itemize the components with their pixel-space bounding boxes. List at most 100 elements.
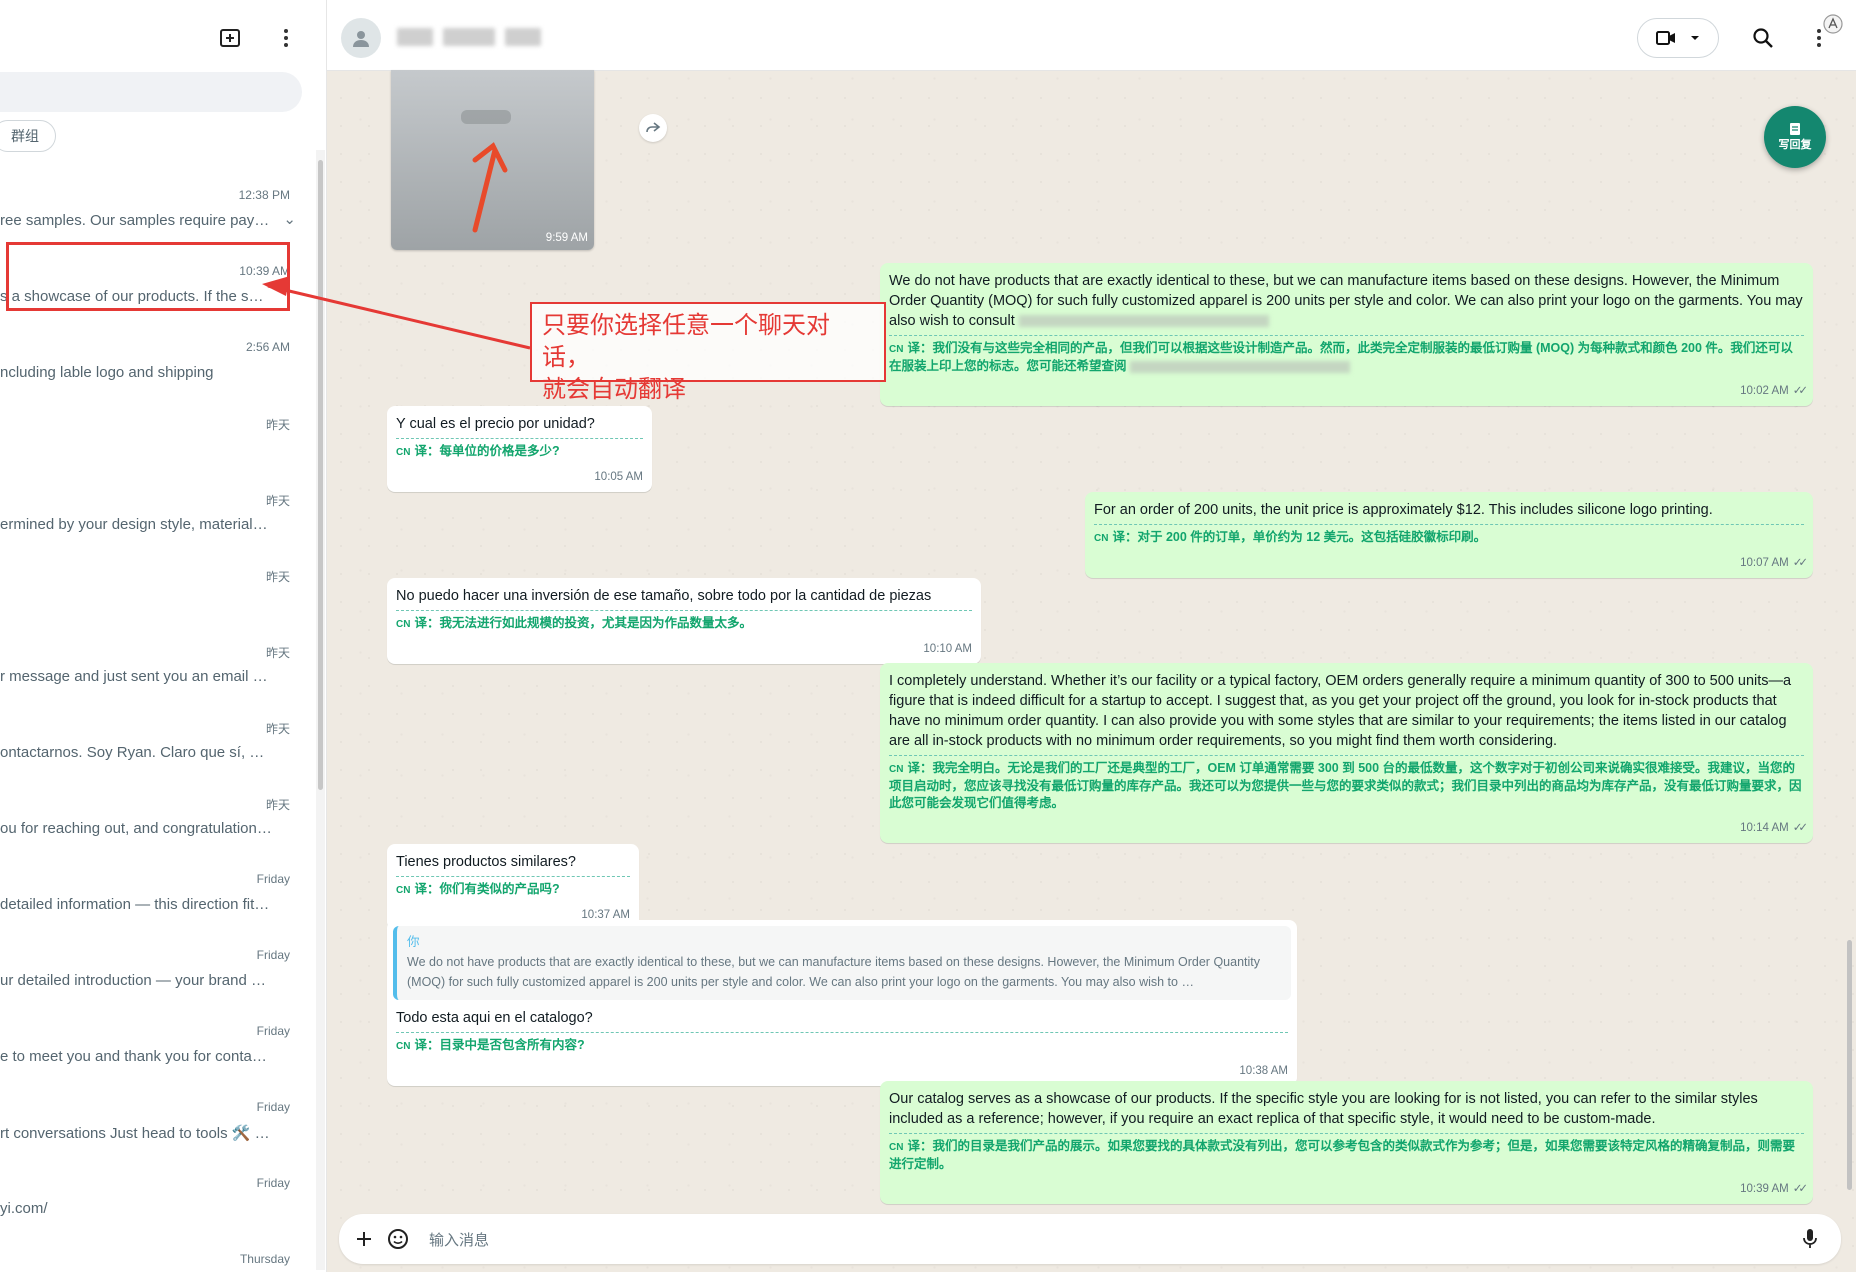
chat-time: 2:56 AM — [245, 340, 290, 354]
message-text: Our catalog serves as a showcase of our … — [889, 1091, 1758, 1127]
document-icon — [1790, 123, 1800, 135]
cn-tag: CN — [396, 885, 411, 896]
chat-list-item[interactable]: Thursday — [0, 1236, 300, 1272]
chat-list-item[interactable]: 昨天 ontactarnos. Soy Ryan. Claro que sí, … — [0, 704, 300, 780]
quoted-message[interactable]: 你 We do not have products that are exact… — [393, 926, 1291, 1000]
chat-preview: ermined by your design style, materials,… — [0, 516, 272, 533]
chat-list-item[interactable]: Friday yi.com/ — [0, 1160, 300, 1236]
chat-preview: r message and just sent you an email wit… — [0, 668, 272, 685]
message-text: No puedo hacer una inversión de ese tama… — [396, 588, 932, 604]
chat-list-sidebar: 群组 12:38 PM ree samples. Our samples req… — [0, 0, 327, 1272]
chat-time: Friday — [256, 1100, 290, 1114]
conversation-pane: 9:59 AM We do not have products that are… — [327, 0, 1856, 1272]
chat-list-item[interactable]: 昨天 — [0, 400, 300, 476]
incoming-message[interactable]: Y cual es el precio por unidad? CN 译：每单位的… — [387, 406, 652, 492]
redacted-text — [1018, 315, 1269, 328]
chat-list-item[interactable]: Friday detailed information — this direc… — [0, 856, 300, 932]
write-reply-label: 写回复 — [1778, 139, 1812, 151]
image-message[interactable]: 9:59 AM — [391, 70, 594, 250]
cn-tag: CN — [396, 619, 411, 630]
translation: CN 译：你们有类似的产品吗? — [396, 876, 630, 899]
outgoing-message[interactable]: I completely understand. Whether it’s ou… — [880, 663, 1813, 843]
translation: CN 译：我完全明白。无论是我们的工厂还是典型的工厂，OEM 订单通常需要 300… — [889, 755, 1804, 812]
chat-preview: ur detailed introduction — your brand di… — [0, 972, 272, 989]
chat-time: 昨天 — [265, 418, 290, 432]
new-chat-icon[interactable] — [214, 22, 246, 54]
sticker-emoji-icon[interactable] — [383, 1224, 413, 1254]
chat-list-item[interactable]: 昨天 — [0, 552, 300, 628]
chat-list-item[interactable]: 昨天 ermined by your design style, materia… — [0, 476, 300, 552]
translation: CN 译：目录中是否包含所有内容? — [396, 1032, 1288, 1055]
quote-text: We do not have products that are exactly… — [407, 955, 1260, 989]
highlight-box — [6, 242, 290, 311]
incoming-reply-message[interactable]: 你 We do not have products that are exact… — [387, 920, 1297, 1086]
message-text: Tienes productos similares? — [396, 854, 576, 870]
chat-list-item[interactable]: 2:56 AM ncluding lable logo and shipping — [0, 324, 300, 400]
message-text: For an order of 200 units, the unit pric… — [1094, 502, 1713, 518]
translation: CN 译：对于 200 件的订单，单价约为 12 美元。这包括硅胶徽标印刷。 — [1094, 524, 1804, 547]
read-receipt-icon: ✓✓ — [1792, 385, 1808, 397]
message-input[interactable] — [427, 1227, 1731, 1253]
translation: CN 译：我们的目录是我们产品的展示。如果您要找的具体款式没有列出，您可以参考包含… — [889, 1133, 1804, 1173]
translation-text: 目录中是否包含所有内容? — [439, 1038, 585, 1052]
chat-preview: yi.com/ — [0, 1200, 48, 1217]
chat-list-item[interactable]: Friday ur detailed introduction — your b… — [0, 932, 300, 1008]
chat-time: 12:38 PM — [238, 188, 290, 202]
chat-time: 昨天 — [265, 646, 290, 660]
arrow-annotation-image — [461, 110, 511, 233]
translation-prefix: 译： — [414, 1038, 440, 1052]
chat-time: 昨天 — [265, 722, 290, 736]
chat-scrollbar[interactable] — [1847, 940, 1852, 1190]
message-time: 10:39 AM — [1740, 1183, 1789, 1195]
message-time: 9:59 AM — [545, 232, 588, 244]
forward-icon[interactable] — [639, 114, 667, 142]
video-camera-icon — [1656, 31, 1675, 45]
chevron-down-icon[interactable]: ⌄ — [283, 210, 296, 228]
cn-tag: CN — [396, 1041, 411, 1052]
chat-preview: ou for reaching out, and congratulations… — [0, 820, 272, 837]
chat-preview: detailed information — this direction fi… — [0, 896, 272, 913]
outgoing-message[interactable]: For an order of 200 units, the unit pric… — [1085, 492, 1813, 578]
cn-tag: CN — [889, 764, 904, 775]
translation-prefix: 译： — [907, 1139, 933, 1153]
chat-time: Friday — [256, 1024, 290, 1038]
chevron-down-icon — [1691, 36, 1699, 40]
chat-time: Friday — [256, 872, 290, 886]
sidebar-scrollbar[interactable] — [318, 160, 323, 790]
chat-list-item[interactable]: 昨天 r message and just sent you an email … — [0, 628, 300, 704]
translation-prefix: 译： — [1112, 530, 1138, 544]
message-text: Todo esta aqui en el catalogo? — [396, 1010, 593, 1026]
chat-list-item[interactable]: 12:38 PM ree samples. Our samples requir… — [0, 172, 300, 248]
avatar[interactable] — [341, 18, 381, 58]
filter-chip-groups[interactable]: 群组 — [0, 120, 56, 152]
incoming-message[interactable]: Tienes productos similares? CN 译：你们有类似的产品… — [387, 844, 639, 930]
outgoing-message[interactable]: We do not have products that are exactly… — [880, 263, 1813, 406]
chat-time: 昨天 — [265, 494, 290, 508]
read-receipt-icon: ✓✓ — [1792, 557, 1808, 569]
message-composer — [339, 1214, 1841, 1264]
translation-text: 我完全明白。无论是我们的工厂还是典型的工厂，OEM 订单通常需要 300 到 5… — [889, 761, 1802, 810]
chat-preview: rt conversations Just head to tools 🛠️ L… — [0, 1125, 272, 1142]
incoming-message[interactable]: No puedo hacer una inversión de ese tama… — [387, 578, 981, 664]
translate-extension-icon[interactable] — [1817, 8, 1849, 40]
search-icon[interactable] — [1747, 22, 1779, 54]
translation-prefix: 译： — [414, 444, 440, 458]
chat-list-item[interactable]: Friday e to meet you and thank you for c… — [0, 1008, 300, 1084]
video-call-button[interactable] — [1637, 18, 1719, 58]
microphone-icon[interactable] — [1795, 1224, 1825, 1254]
cn-tag: CN — [1094, 533, 1109, 544]
message-text: Y cual es el precio por unidad? — [396, 416, 595, 432]
read-receipt-icon: ✓✓ — [1792, 822, 1808, 834]
write-reply-button[interactable]: 写回复 — [1764, 106, 1826, 168]
chat-preview: ncluding lable logo and shipping — [0, 364, 214, 381]
search-input[interactable] — [0, 72, 302, 112]
filter-chip-label: 群组 — [11, 128, 39, 144]
outgoing-message[interactable]: Our catalog serves as a showcase of our … — [880, 1081, 1813, 1204]
message-time: 10:05 AM — [594, 471, 643, 483]
menu-icon[interactable] — [270, 22, 302, 54]
attach-plus-icon[interactable] — [349, 1224, 379, 1254]
chat-preview: ontactarnos. Soy Ryan. Claro que sí, aqu… — [0, 744, 272, 761]
chat-list-item[interactable]: 昨天 ou for reaching out, and congratulati… — [0, 780, 300, 856]
cn-tag: CN — [889, 344, 904, 355]
chat-list-item[interactable]: Friday rt conversations Just head to too… — [0, 1084, 300, 1160]
